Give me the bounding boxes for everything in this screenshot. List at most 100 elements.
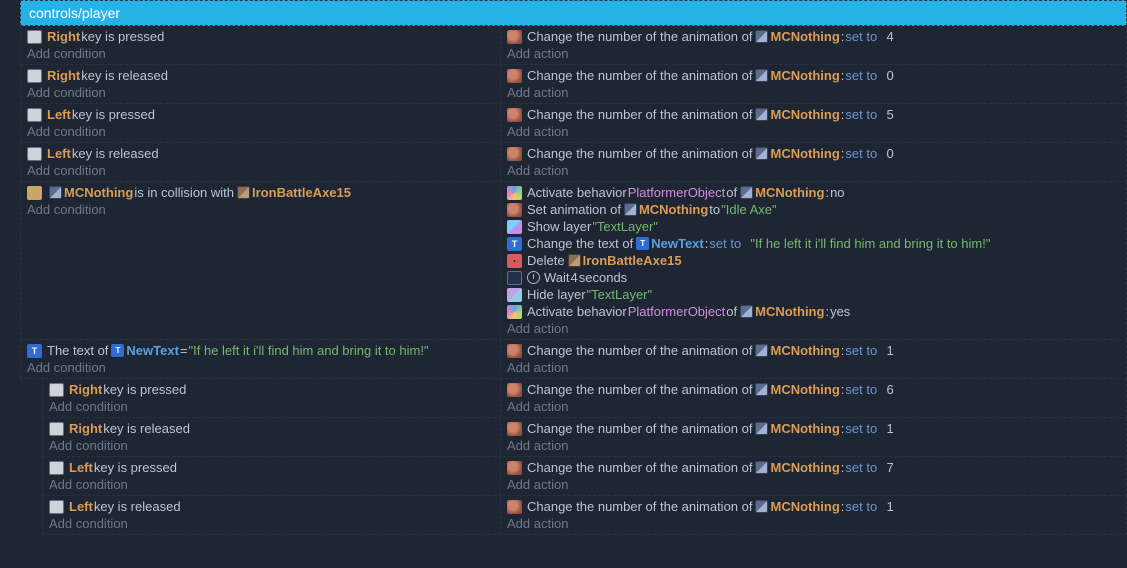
sprite-icon <box>568 254 581 267</box>
clock-icon <box>527 271 540 284</box>
action-change-anim[interactable]: Change the number of the animation of MC… <box>507 342 1120 359</box>
sprite-icon <box>755 383 768 396</box>
add-condition-link[interactable]: Add condition <box>49 515 494 532</box>
collision-icon <box>27 186 42 200</box>
event-group-header[interactable]: controls/player <box>20 0 1127 26</box>
action-set-animation[interactable]: Set animation of MCNothing to "Idle Axe" <box>507 201 1120 218</box>
action-change-anim[interactable]: Change the number of the animation of MC… <box>507 28 1120 45</box>
sprite-icon <box>740 305 753 318</box>
event-row[interactable]: Right key is released Add condition Chan… <box>42 418 1127 457</box>
keyboard-icon <box>49 461 64 475</box>
keyboard-icon <box>49 383 64 397</box>
add-action-link[interactable]: Add action <box>507 84 1120 101</box>
action-change-anim[interactable]: Change the number of the animation of MC… <box>507 459 1120 476</box>
action-change-anim[interactable]: Change the number of the animation of MC… <box>507 381 1120 398</box>
condition-key-left-released[interactable]: Left key is released <box>49 498 494 515</box>
text-icon <box>507 237 522 251</box>
layer-icon <box>507 220 522 234</box>
event-row[interactable]: Left key is pressed Add condition Change… <box>42 457 1127 496</box>
delete-icon <box>507 254 522 268</box>
action-delete[interactable]: Delete IronBattleAxe15 <box>507 252 1120 269</box>
keyboard-icon <box>27 69 42 83</box>
add-action-link[interactable]: Add action <box>507 45 1120 62</box>
event-row[interactable]: Left key is pressed Add condition Change… <box>20 104 1127 143</box>
event-row[interactable]: Left key is released Add condition Chang… <box>42 496 1127 535</box>
sprite-icon <box>237 186 250 199</box>
add-condition-link[interactable]: Add condition <box>49 398 494 415</box>
event-row[interactable]: Left key is released Add condition Chang… <box>20 143 1127 182</box>
animation-icon <box>507 461 522 475</box>
condition-key-right-pressed[interactable]: Right key is pressed <box>27 28 494 45</box>
keyboard-icon <box>27 30 42 44</box>
sprite-icon <box>624 203 637 216</box>
action-activate-behavior[interactable]: Activate behavior PlatformerObject of MC… <box>507 184 1120 201</box>
animation-icon <box>507 500 522 514</box>
animation-icon <box>507 30 522 44</box>
add-action-link[interactable]: Add action <box>507 476 1120 493</box>
add-condition-link[interactable]: Add condition <box>49 437 494 454</box>
action-change-text[interactable]: Change the text of NewText: set to "If h… <box>507 235 1120 252</box>
sprite-icon <box>755 30 768 43</box>
add-action-link[interactable]: Add action <box>507 359 1120 376</box>
add-condition-link[interactable]: Add condition <box>49 476 494 493</box>
event-row[interactable]: MCNothing is in collision with IronBattl… <box>20 182 1127 340</box>
condition-collision[interactable]: MCNothing is in collision with IronBattl… <box>27 184 494 201</box>
add-action-link[interactable]: Add action <box>507 123 1120 140</box>
add-condition-link[interactable]: Add condition <box>27 123 494 140</box>
add-condition-link[interactable]: Add condition <box>27 359 494 376</box>
add-action-link[interactable]: Add action <box>507 437 1120 454</box>
sprite-icon <box>755 344 768 357</box>
sprite-icon <box>49 186 62 199</box>
add-condition-link[interactable]: Add condition <box>27 162 494 179</box>
keyboard-icon <box>49 422 64 436</box>
add-condition-link[interactable]: Add condition <box>27 45 494 62</box>
condition-text-equals[interactable]: The text of NewText = "If he left it i'l… <box>27 342 494 359</box>
event-row[interactable]: Right key is released Add condition Chan… <box>20 65 1127 104</box>
conditions-column: Right key is pressed Add condition <box>21 26 501 64</box>
action-change-anim[interactable]: Change the number of the animation of MC… <box>507 106 1120 123</box>
add-action-link[interactable]: Add action <box>507 398 1120 415</box>
sprite-icon <box>755 461 768 474</box>
condition-key-right-pressed[interactable]: Right key is pressed <box>49 381 494 398</box>
event-row[interactable]: Right key is pressed Add condition Chang… <box>42 379 1127 418</box>
add-action-link[interactable]: Add action <box>507 162 1120 179</box>
add-condition-link[interactable]: Add condition <box>27 201 494 218</box>
sub-events: Right key is pressed Add condition Chang… <box>42 379 1127 535</box>
sprite-icon <box>755 500 768 513</box>
sprite-icon <box>755 422 768 435</box>
event-row[interactable]: The text of NewText = "If he left it i'l… <box>20 340 1127 379</box>
wait-icon <box>507 271 522 285</box>
condition-key-left-pressed[interactable]: Left key is pressed <box>49 459 494 476</box>
action-change-anim[interactable]: Change the number of the animation of MC… <box>507 67 1120 84</box>
keyboard-icon <box>49 500 64 514</box>
text-icon <box>27 344 42 358</box>
condition-key-right-released[interactable]: Right key is released <box>27 67 494 84</box>
animation-icon <box>507 422 522 436</box>
action-activate-behavior[interactable]: Activate behavior PlatformerObject of MC… <box>507 303 1120 320</box>
animation-icon <box>507 147 522 161</box>
keyboard-icon <box>27 147 42 161</box>
animation-icon <box>507 108 522 122</box>
action-change-anim[interactable]: Change the number of the animation of MC… <box>507 145 1120 162</box>
action-change-anim[interactable]: Change the number of the animation of MC… <box>507 420 1120 437</box>
events-list: Right key is pressed Add condition Chang… <box>20 26 1127 535</box>
event-row[interactable]: Right key is pressed Add condition Chang… <box>20 26 1127 65</box>
action-hide-layer[interactable]: Hide layer "TextLayer" <box>507 286 1120 303</box>
behavior-icon <box>507 305 522 319</box>
animation-icon <box>507 203 522 217</box>
action-show-layer[interactable]: Show layer "TextLayer" <box>507 218 1120 235</box>
action-change-anim[interactable]: Change the number of the animation of MC… <box>507 498 1120 515</box>
sprite-icon <box>740 186 753 199</box>
condition-key-left-released[interactable]: Left key is released <box>27 145 494 162</box>
action-wait[interactable]: Wait 4 seconds <box>507 269 1120 286</box>
condition-key-left-pressed[interactable]: Left key is pressed <box>27 106 494 123</box>
add-condition-link[interactable]: Add condition <box>27 84 494 101</box>
add-action-link[interactable]: Add action <box>507 320 1120 337</box>
condition-key-right-released[interactable]: Right key is released <box>49 420 494 437</box>
behavior-icon <box>507 186 522 200</box>
layer-icon <box>507 288 522 302</box>
animation-icon <box>507 344 522 358</box>
keyboard-icon <box>27 108 42 122</box>
sprite-icon <box>755 69 768 82</box>
add-action-link[interactable]: Add action <box>507 515 1120 532</box>
